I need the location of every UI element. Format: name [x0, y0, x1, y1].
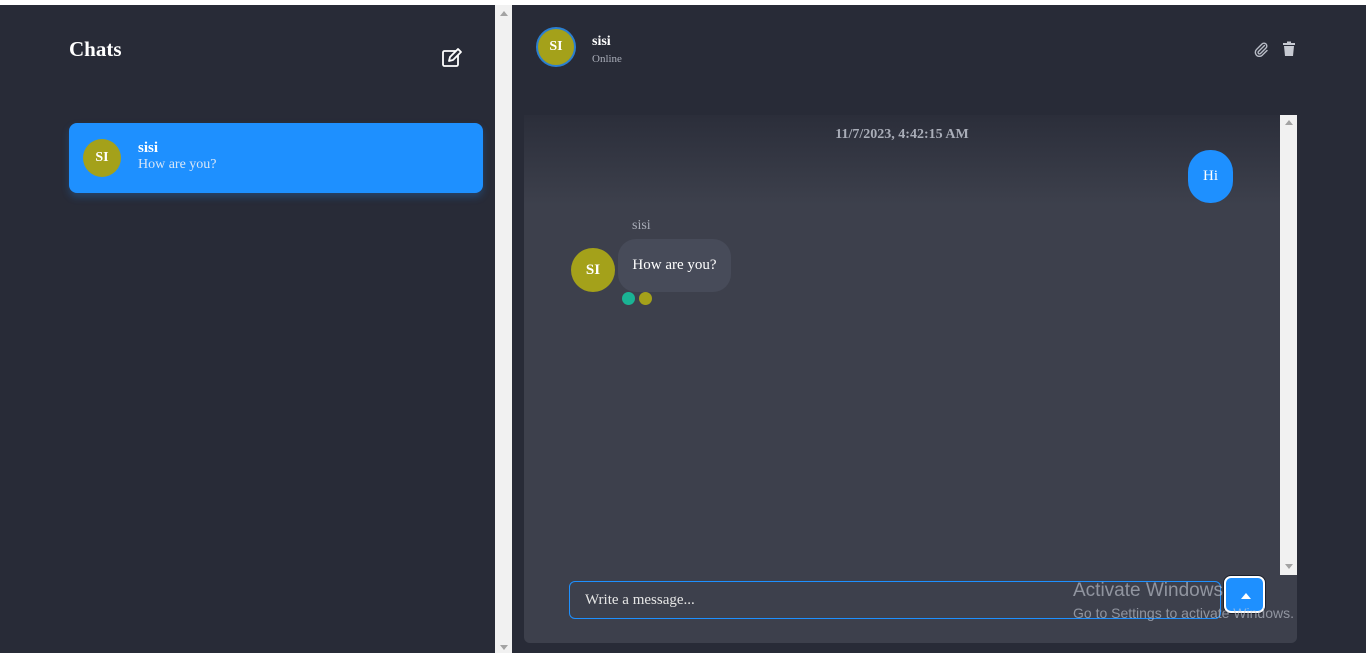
avatar: SI	[83, 139, 121, 177]
contact-avatar[interactable]: SI	[536, 27, 576, 67]
message-sender-name: sisi	[632, 218, 651, 233]
message-panel: 11/7/2023, 4:42:15 AM Hi sisi SI How are…	[524, 115, 1297, 643]
sidebar-title: Chats	[69, 37, 122, 61]
incoming-message: How are you?	[618, 239, 731, 292]
outgoing-message: Hi	[1188, 150, 1233, 203]
paperclip-icon	[1254, 42, 1268, 58]
delete-chat-button[interactable]	[1281, 41, 1297, 57]
chat-sidebar: Chats SI sisi How are you?	[0, 5, 495, 653]
watermark-subtitle: Go to Settings to activate Windows.	[1073, 605, 1294, 621]
chat-list-item-preview: How are you?	[138, 157, 217, 172]
scroll-up-arrow-icon[interactable]	[1285, 120, 1293, 125]
chat-list-item[interactable]: SI sisi How are you?	[69, 123, 483, 193]
compose-icon	[442, 48, 462, 67]
scroll-down-arrow-icon[interactable]	[1285, 564, 1293, 569]
activation-watermark: Activate Windows Go to Settings to activ…	[1073, 580, 1294, 621]
scroll-down-arrow-icon[interactable]	[500, 645, 508, 650]
attach-button[interactable]	[1253, 41, 1269, 58]
trash-icon	[1283, 41, 1295, 56]
contact-status: Online	[592, 53, 622, 65]
read-receipt-dot	[639, 292, 652, 305]
message-timestamp: 11/7/2023, 4:42:15 AM	[835, 127, 969, 142]
messages-scrollbar[interactable]	[1280, 115, 1297, 575]
sender-avatar: SI	[571, 248, 615, 292]
conversation-area: SI sisi Online 11/7/2023, 4:42:15 AM Hi …	[512, 5, 1366, 653]
contact-name: sisi	[592, 34, 611, 49]
watermark-title: Activate Windows	[1073, 580, 1223, 601]
read-receipt-dot	[622, 292, 635, 305]
chat-list-item-name: sisi	[138, 140, 159, 156]
compose-button[interactable]	[440, 47, 464, 69]
scroll-up-arrow-icon[interactable]	[500, 11, 508, 16]
sidebar-scrollbar[interactable]	[495, 5, 512, 653]
